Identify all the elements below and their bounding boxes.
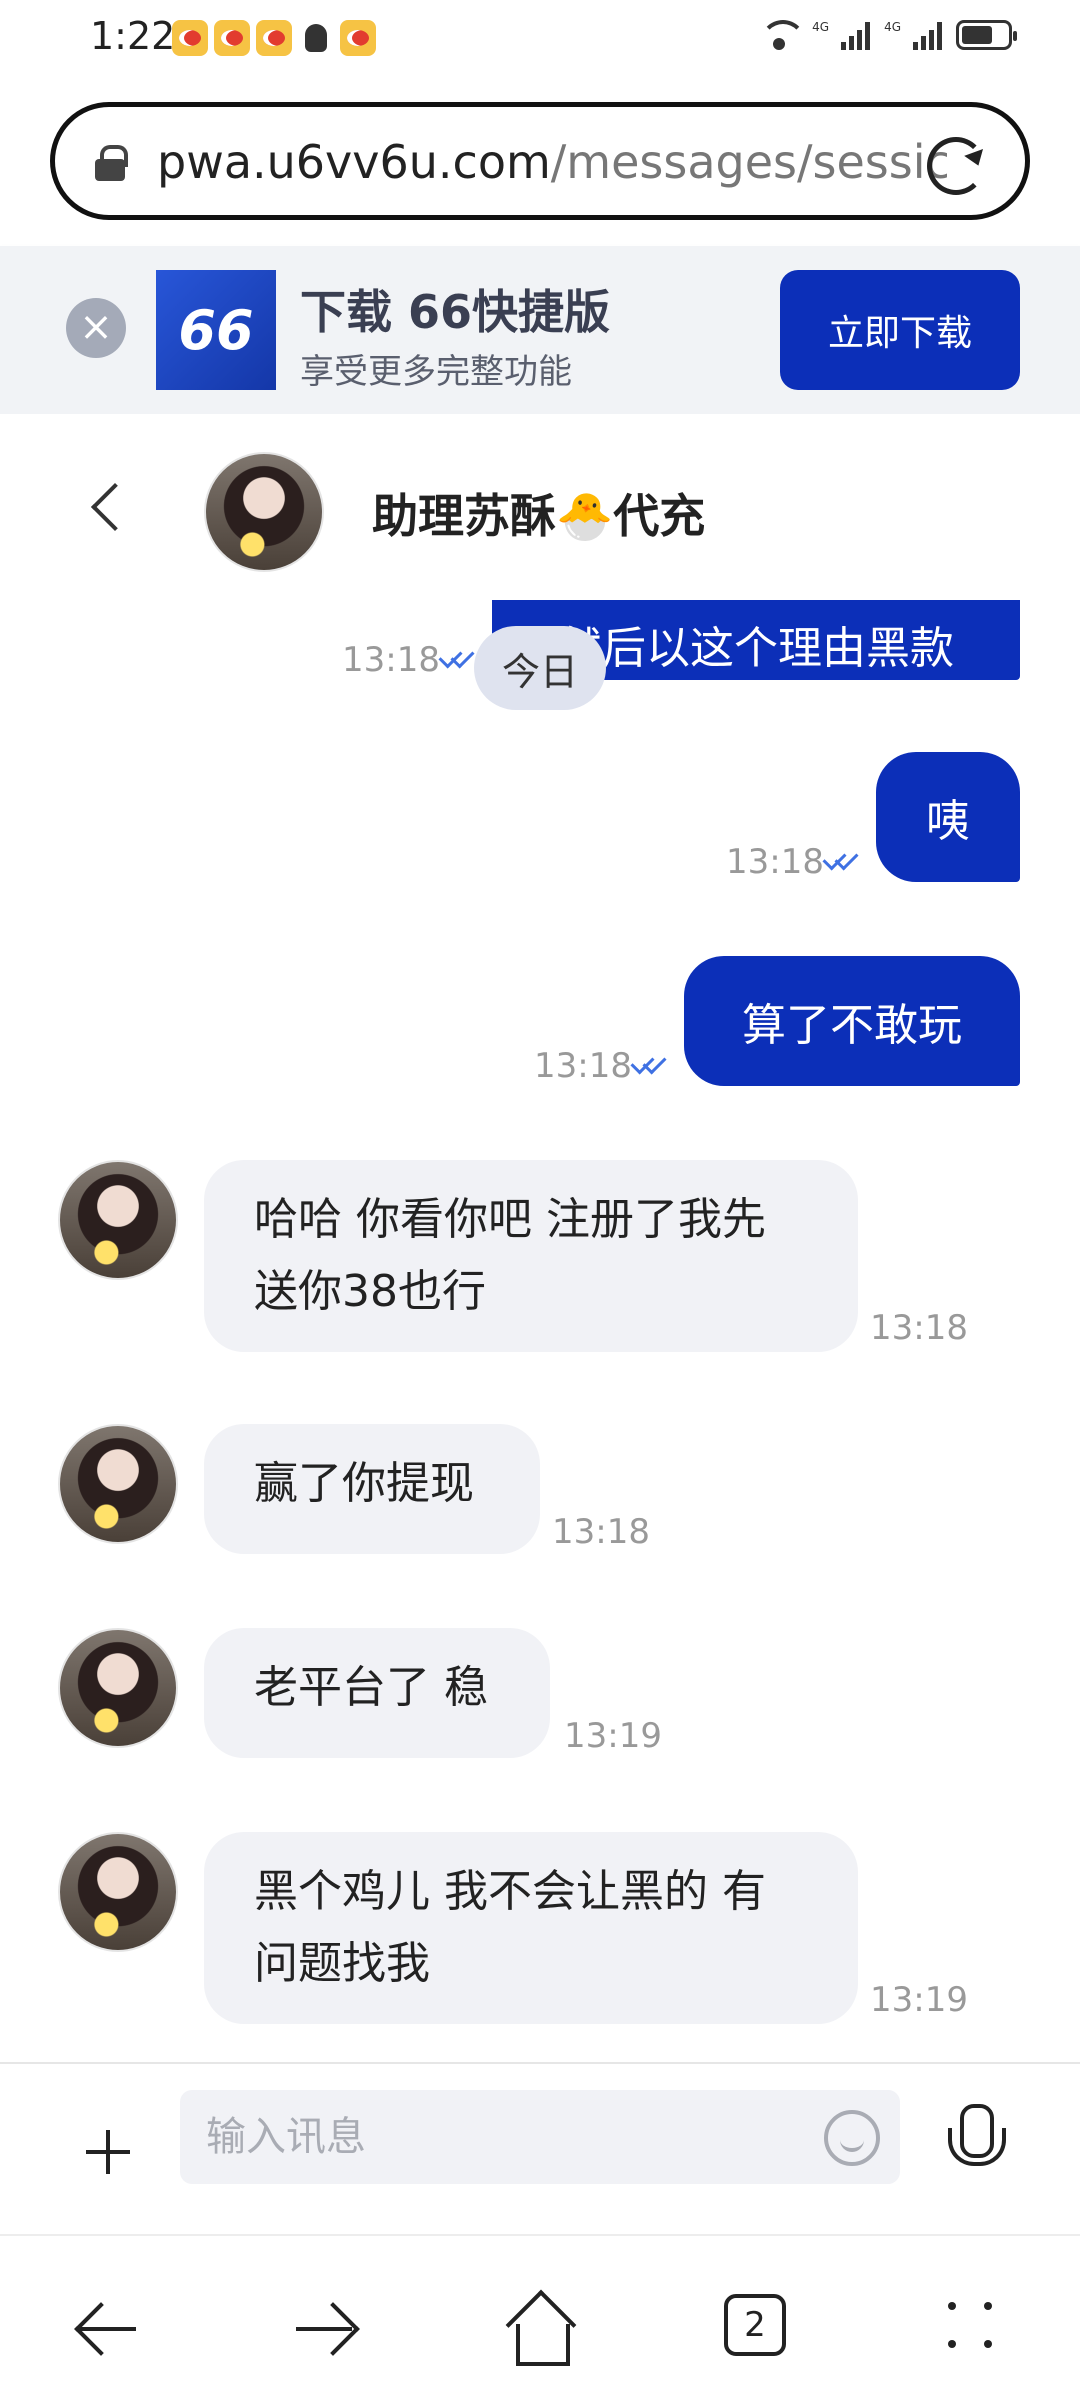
message-line: 哈哈 你看你吧 注册了我先 (254, 1194, 766, 1245)
message-input[interactable] (180, 2090, 900, 2184)
message-line: 老平台了 稳 (254, 1662, 488, 1713)
message-time: 13:18 (870, 1308, 968, 1348)
read-check-icon (634, 1052, 668, 1072)
read-check-icon (442, 646, 476, 666)
notification-icons (172, 20, 376, 56)
more-icon[interactable] (944, 2294, 1004, 2354)
message-text: 算了不敢玩 (742, 1000, 962, 1051)
microphone-icon[interactable] (946, 2104, 1006, 2184)
message-time: 13:18 (534, 1046, 632, 1086)
address-bar[interactable]: pwa.u6vv6u.com/messages/sessic (50, 102, 1030, 220)
avatar[interactable] (58, 1424, 178, 1544)
message-time: 13:19 (870, 1980, 968, 2020)
qq-icon (298, 20, 334, 56)
signal-icon (841, 20, 871, 50)
url-domain: pwa.u6vv6u.com (157, 135, 551, 189)
weibo-icon (214, 20, 250, 56)
message-line: 问题找我 (254, 1938, 430, 1989)
back-arrow-icon[interactable] (74, 2294, 144, 2364)
message-bubble-outgoing[interactable]: 咦 (876, 752, 1020, 882)
url-text[interactable]: pwa.u6vv6u.com/messages/sessic (157, 135, 947, 189)
wifi-icon (760, 20, 807, 50)
avatar[interactable] (58, 1832, 178, 1952)
message-bubble-incoming[interactable]: 赢了你提现 (204, 1424, 540, 1554)
app-logo: 66 (156, 270, 276, 390)
avatar[interactable] (204, 452, 324, 572)
banner-title: 下载 66快捷版 (300, 285, 611, 339)
signal-icon (913, 20, 942, 50)
download-button[interactable]: 立即下载 (780, 270, 1020, 390)
lock-icon (95, 145, 128, 181)
url-path: /messages/sessic (550, 135, 947, 189)
message-time: 13:18 (552, 1512, 650, 1552)
message-time: 13:19 (564, 1716, 662, 1756)
message-time: 13:18 (342, 640, 440, 680)
avatar[interactable] (58, 1160, 178, 1280)
battery-icon (956, 20, 1017, 50)
read-check-icon (826, 848, 860, 868)
message-bubble-incoming[interactable]: 黑个鸡儿 我不会让黑的 有 问题找我 (204, 1832, 858, 2024)
message-list[interactable]: 然后以这个理由黑款 13:18 今日 咦 13:18 算了不敢玩 13:18 哈… (0, 600, 1080, 2060)
message-bubble-incoming[interactable]: 哈哈 你看你吧 注册了我先 送你38也行 (204, 1160, 858, 1352)
emoji-icon[interactable] (824, 2110, 880, 2166)
date-divider: 今日 (474, 626, 606, 710)
contact-name: 助理苏酥🐣代充 (372, 489, 706, 543)
reload-icon[interactable] (927, 137, 985, 195)
chat-header: 助理苏酥🐣代充 (0, 414, 1080, 604)
close-icon[interactable]: × (66, 298, 126, 358)
message-bubble-outgoing[interactable]: 算了不敢玩 (684, 956, 1020, 1086)
home-icon[interactable] (504, 2294, 574, 2366)
message-composer (0, 2062, 1080, 2234)
message-line: 黑个鸡儿 我不会让黑的 有 (254, 1866, 766, 1917)
banner-subtitle: 享受更多完整功能 (300, 352, 572, 392)
message-line: 赢了你提现 (254, 1458, 474, 1509)
network-label: 4G (884, 20, 901, 34)
download-banner: × 66 下载 66快捷版 享受更多完整功能 立即下载 (0, 246, 1080, 414)
weibo-icon (340, 20, 376, 56)
avatar[interactable] (58, 1628, 178, 1748)
weibo-icon (172, 20, 208, 56)
status-time: 1:22 (90, 14, 176, 58)
status-bar: 1:22 4G 4G (0, 0, 1080, 80)
network-label: 4G (812, 20, 830, 34)
browser-nav-bar: 2 (0, 2234, 1080, 2400)
back-icon[interactable] (90, 482, 140, 532)
forward-arrow-icon[interactable] (290, 2294, 360, 2364)
status-indicators: 4G 4G (760, 20, 1017, 50)
message-text: 然后以这个理由黑款 (558, 623, 954, 674)
message-time: 13:18 (726, 842, 824, 882)
weibo-icon (256, 20, 292, 56)
message-line: 送你38也行 (254, 1266, 486, 1317)
add-attachment-icon[interactable] (86, 2130, 130, 2174)
message-text: 咦 (926, 796, 970, 847)
tabs-icon[interactable]: 2 (724, 2294, 786, 2356)
message-bubble-incoming[interactable]: 老平台了 稳 (204, 1628, 550, 1758)
